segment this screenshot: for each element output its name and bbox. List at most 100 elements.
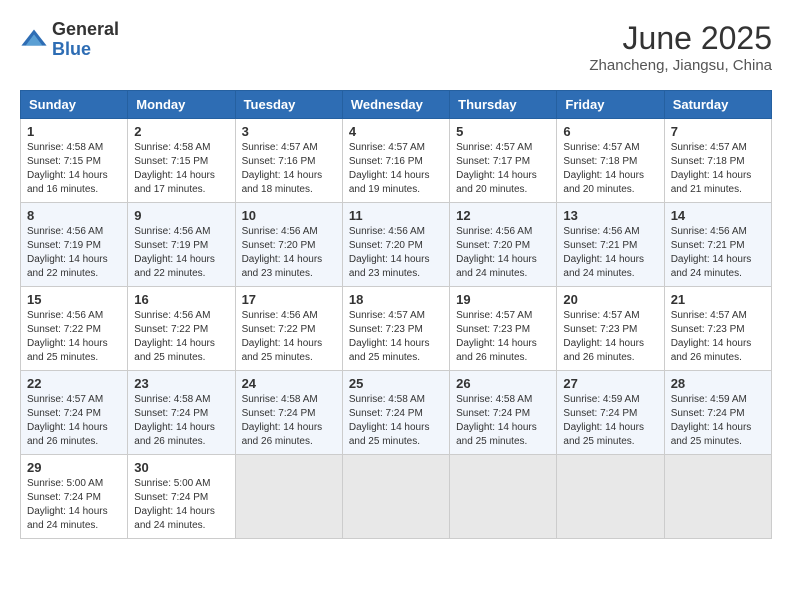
day-detail: Sunrise: 4:57 AMSunset: 7:23 PMDaylight:… <box>349 309 443 365</box>
location: Zhancheng, Jiangsu, China <box>589 57 772 74</box>
calendar-cell: 28 Sunrise: 4:59 AMSunset: 7:24 PMDayligh… <box>664 371 771 455</box>
day-number: 26 <box>456 376 550 391</box>
weekday-header: Friday <box>557 91 664 119</box>
logo-blue-text: Blue <box>52 40 119 60</box>
day-detail: Sunrise: 4:58 AMSunset: 7:24 PMDaylight:… <box>349 393 443 449</box>
calendar-week-row: 8 Sunrise: 4:56 AMSunset: 7:19 PMDaylight… <box>21 203 772 287</box>
calendar-cell: 7 Sunrise: 4:57 AMSunset: 7:18 PMDaylight… <box>664 119 771 203</box>
day-detail: Sunrise: 4:56 AMSunset: 7:21 PMDaylight:… <box>563 225 657 281</box>
day-number: 9 <box>134 208 228 223</box>
calendar-cell <box>450 455 557 539</box>
day-number: 5 <box>456 124 550 139</box>
calendar-cell <box>557 455 664 539</box>
day-detail: Sunrise: 4:56 AMSunset: 7:20 PMDaylight:… <box>456 225 550 281</box>
day-number: 19 <box>456 292 550 307</box>
day-number: 8 <box>27 208 121 223</box>
day-detail: Sunrise: 4:57 AMSunset: 7:18 PMDaylight:… <box>671 141 765 197</box>
day-detail: Sunrise: 4:57 AMSunset: 7:23 PMDaylight:… <box>456 309 550 365</box>
calendar-cell: 27 Sunrise: 4:59 AMSunset: 7:24 PMDayligh… <box>557 371 664 455</box>
day-detail: Sunrise: 4:59 AMSunset: 7:24 PMDaylight:… <box>563 393 657 449</box>
weekday-header: Monday <box>128 91 235 119</box>
logo: General Blue <box>20 20 119 60</box>
calendar-table: SundayMondayTuesdayWednesdayThursdayFrid… <box>20 90 772 539</box>
weekday-header: Sunday <box>21 91 128 119</box>
day-number: 29 <box>27 460 121 475</box>
day-number: 1 <box>27 124 121 139</box>
day-number: 16 <box>134 292 228 307</box>
day-detail: Sunrise: 4:56 AMSunset: 7:20 PMDaylight:… <box>242 225 336 281</box>
calendar-cell: 26 Sunrise: 4:58 AMSunset: 7:24 PMDayligh… <box>450 371 557 455</box>
calendar-week-row: 29 Sunrise: 5:00 AMSunset: 7:24 PMDayligh… <box>21 455 772 539</box>
day-detail: Sunrise: 4:56 AMSunset: 7:19 PMDaylight:… <box>27 225 121 281</box>
logo-icon <box>20 26 48 54</box>
day-detail: Sunrise: 4:58 AMSunset: 7:24 PMDaylight:… <box>456 393 550 449</box>
day-number: 7 <box>671 124 765 139</box>
day-number: 4 <box>349 124 443 139</box>
calendar-cell <box>664 455 771 539</box>
weekday-header: Wednesday <box>342 91 449 119</box>
day-number: 3 <box>242 124 336 139</box>
day-number: 10 <box>242 208 336 223</box>
title-section: June 2025 Zhancheng, Jiangsu, China <box>589 20 772 74</box>
day-number: 27 <box>563 376 657 391</box>
day-number: 2 <box>134 124 228 139</box>
day-detail: Sunrise: 4:59 AMSunset: 7:24 PMDaylight:… <box>671 393 765 449</box>
day-number: 15 <box>27 292 121 307</box>
calendar-week-row: 22 Sunrise: 4:57 AMSunset: 7:24 PMDayligh… <box>21 371 772 455</box>
calendar-cell: 10 Sunrise: 4:56 AMSunset: 7:20 PMDayligh… <box>235 203 342 287</box>
calendar-cell: 17Sunrise: 4:56 AMSunset: 7:22 PMDayligh… <box>235 287 342 371</box>
day-number: 28 <box>671 376 765 391</box>
calendar-cell <box>235 455 342 539</box>
day-number: 11 <box>349 208 443 223</box>
day-detail: Sunrise: 4:58 AMSunset: 7:24 PMDaylight:… <box>242 393 336 449</box>
day-detail: Sunrise: 4:57 AMSunset: 7:18 PMDaylight:… <box>563 141 657 197</box>
day-detail: Sunrise: 4:56 AMSunset: 7:21 PMDaylight:… <box>671 225 765 281</box>
calendar-cell: 23 Sunrise: 4:58 AMSunset: 7:24 PMDayligh… <box>128 371 235 455</box>
calendar-cell: 14 Sunrise: 4:56 AMSunset: 7:21 PMDayligh… <box>664 203 771 287</box>
day-number: 24 <box>242 376 336 391</box>
day-number: 12 <box>456 208 550 223</box>
calendar-cell: 18 Sunrise: 4:57 AMSunset: 7:23 PMDayligh… <box>342 287 449 371</box>
day-number: 30 <box>134 460 228 475</box>
weekday-header: Tuesday <box>235 91 342 119</box>
logo-general: General <box>52 20 119 40</box>
logo-text: General Blue <box>52 20 119 60</box>
weekday-header: Thursday <box>450 91 557 119</box>
calendar-cell: 20Sunrise: 4:57 AMSunset: 7:23 PMDayligh… <box>557 287 664 371</box>
calendar-cell: 4 Sunrise: 4:57 AMSunset: 7:16 PMDaylight… <box>342 119 449 203</box>
calendar-cell: 16 Sunrise: 4:56 AMSunset: 7:22 PMDayligh… <box>128 287 235 371</box>
calendar-cell: 29 Sunrise: 5:00 AMSunset: 7:24 PMDayligh… <box>21 455 128 539</box>
day-number: 18 <box>349 292 443 307</box>
calendar-header-row: SundayMondayTuesdayWednesdayThursdayFrid… <box>21 91 772 119</box>
day-detail: Sunrise: 4:56 AMSunset: 7:22 PMDaylight:… <box>242 309 336 365</box>
day-detail: Sunrise: 4:57 AMSunset: 7:23 PMDaylight:… <box>563 309 657 365</box>
day-number: 14 <box>671 208 765 223</box>
day-detail: Sunrise: 4:58 AMSunset: 7:24 PMDaylight:… <box>134 393 228 449</box>
calendar-cell: 3 Sunrise: 4:57 AMSunset: 7:16 PMDaylight… <box>235 119 342 203</box>
day-detail: Sunrise: 4:57 AMSunset: 7:17 PMDaylight:… <box>456 141 550 197</box>
calendar-cell: 24 Sunrise: 4:58 AMSunset: 7:24 PMDayligh… <box>235 371 342 455</box>
calendar-cell: 2Sunrise: 4:58 AMSunset: 7:15 PMDaylight… <box>128 119 235 203</box>
day-detail: Sunrise: 4:56 AMSunset: 7:22 PMDaylight:… <box>134 309 228 365</box>
day-detail: Sunrise: 4:57 AMSunset: 7:16 PMDaylight:… <box>349 141 443 197</box>
day-detail: Sunrise: 4:57 AMSunset: 7:16 PMDaylight:… <box>242 141 336 197</box>
day-detail: Sunrise: 4:57 AMSunset: 7:23 PMDaylight:… <box>671 309 765 365</box>
calendar-cell: 11Sunrise: 4:56 AMSunset: 7:20 PMDayligh… <box>342 203 449 287</box>
page-header: General Blue June 2025 Zhancheng, Jiangs… <box>20 20 772 74</box>
day-detail: Sunrise: 4:56 AMSunset: 7:22 PMDaylight:… <box>27 309 121 365</box>
calendar-cell: 25Sunrise: 4:58 AMSunset: 7:24 PMDayligh… <box>342 371 449 455</box>
day-detail: Sunrise: 5:00 AMSunset: 7:24 PMDaylight:… <box>27 477 121 533</box>
day-detail: Sunrise: 5:00 AMSunset: 7:24 PMDaylight:… <box>134 477 228 533</box>
calendar-cell: 6Sunrise: 4:57 AMSunset: 7:18 PMDaylight… <box>557 119 664 203</box>
calendar-cell: 8 Sunrise: 4:56 AMSunset: 7:19 PMDaylight… <box>21 203 128 287</box>
calendar-week-row: 1Sunrise: 4:58 AMSunset: 7:15 PMDaylight… <box>21 119 772 203</box>
day-number: 22 <box>27 376 121 391</box>
day-detail: Sunrise: 4:57 AMSunset: 7:24 PMDaylight:… <box>27 393 121 449</box>
day-number: 23 <box>134 376 228 391</box>
calendar-cell: 1Sunrise: 4:58 AMSunset: 7:15 PMDaylight… <box>21 119 128 203</box>
calendar-cell <box>342 455 449 539</box>
calendar-week-row: 15 Sunrise: 4:56 AMSunset: 7:22 PMDayligh… <box>21 287 772 371</box>
calendar-cell: 21 Sunrise: 4:57 AMSunset: 7:23 PMDayligh… <box>664 287 771 371</box>
day-number: 21 <box>671 292 765 307</box>
calendar-cell: 22 Sunrise: 4:57 AMSunset: 7:24 PMDayligh… <box>21 371 128 455</box>
